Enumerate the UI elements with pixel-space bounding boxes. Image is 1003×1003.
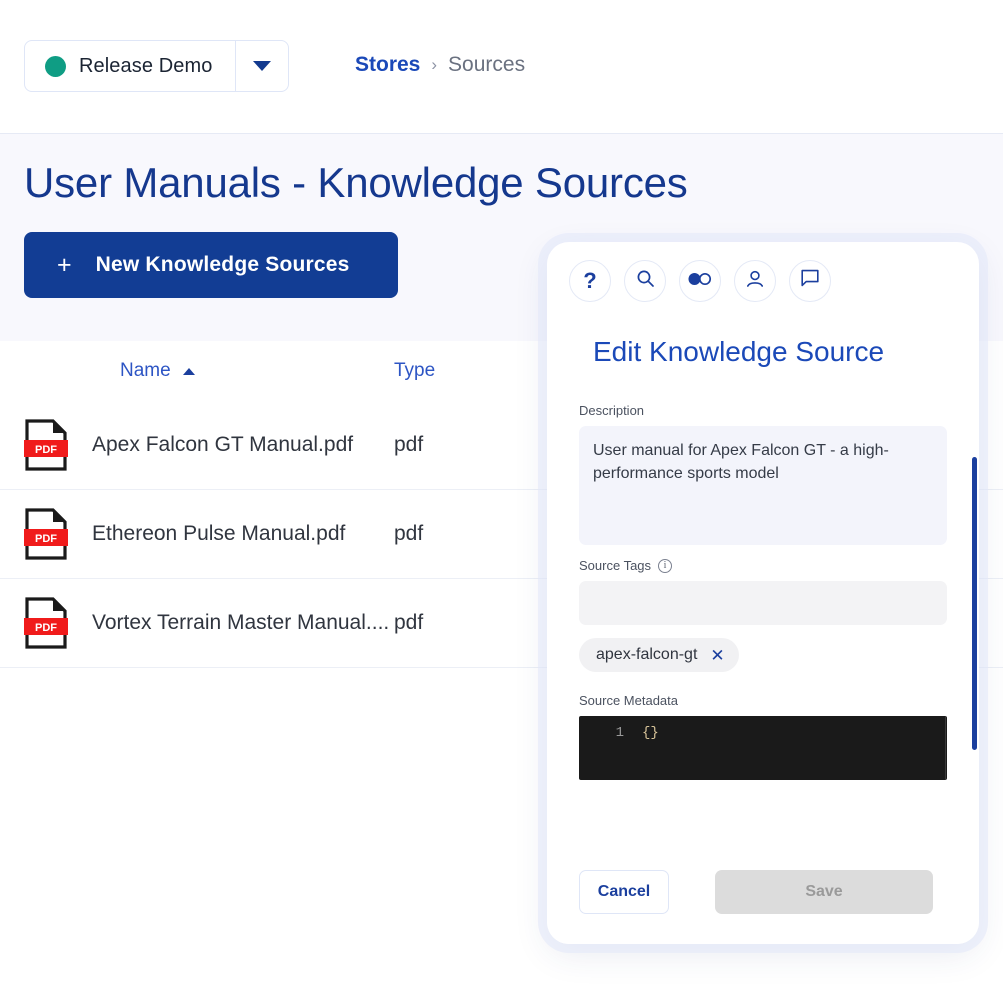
dialog-scrollbar-thumb[interactable]	[972, 457, 977, 750]
svg-text:PDF: PDF	[35, 622, 57, 634]
source-tags-label: Source Tags i	[579, 558, 947, 573]
user-account-button[interactable]	[734, 260, 776, 302]
file-name: Vortex Terrain Master Manual....	[92, 611, 390, 634]
cell-name: PDF Vortex Terrain Master Manual....	[24, 597, 394, 649]
code-line-number: 1	[615, 725, 624, 741]
dialog-scrollbar[interactable]	[972, 387, 977, 807]
page-title: User Manuals - Knowledge Sources	[24, 159, 688, 206]
tag-chip: apex-falcon-gt ✕	[579, 638, 739, 672]
cell-name: PDF Apex Falcon GT Manual.pdf	[24, 419, 394, 471]
column-header-type-label: Type	[394, 360, 436, 381]
description-field: Description User manual for Apex Falcon …	[547, 403, 979, 545]
dialog-footer: Cancel Save	[547, 839, 979, 944]
svg-text:PDF: PDF	[35, 533, 57, 545]
search-icon	[636, 269, 655, 293]
source-tags-input[interactable]	[579, 581, 947, 625]
toggle-icon	[688, 272, 712, 291]
toggle-button[interactable]	[679, 260, 721, 302]
source-tags-label-text: Source Tags	[579, 558, 652, 573]
file-name: Ethereon Pulse Manual.pdf	[92, 522, 346, 545]
code-gutter-rule	[945, 716, 946, 780]
dialog-icon-toolbar: ?	[569, 260, 831, 302]
save-button[interactable]: Save	[715, 869, 933, 914]
new-knowledge-sources-label: New Knowledge Sources	[95, 253, 350, 276]
column-header-name-label: Name	[120, 360, 171, 381]
dialog-body: Edit Knowledge Source Description User m…	[547, 314, 979, 879]
breadcrumb-current-sources: Sources	[448, 53, 526, 76]
description-label: Description	[579, 403, 645, 418]
new-knowledge-sources-button[interactable]: + New Knowledge Sources	[24, 232, 398, 298]
help-icon: ?	[583, 268, 597, 293]
tag-label: apex-falcon-gt	[596, 646, 698, 663]
info-icon[interactable]: i	[658, 558, 673, 573]
cell-name: PDF Ethereon Pulse Manual.pdf	[24, 508, 394, 560]
dialog-title: Edit Knowledge Source	[593, 336, 885, 367]
top-bar: Release Demo Stores › Sources	[0, 0, 1003, 134]
help-button[interactable]: ?	[569, 260, 611, 302]
breadcrumb-separator-icon: ›	[431, 55, 438, 74]
edit-knowledge-source-dialog: ? Edit Knowledge Source Description User…	[547, 242, 979, 944]
search-button[interactable]	[624, 260, 666, 302]
file-name: Apex Falcon GT Manual.pdf	[92, 433, 354, 456]
sort-ascending-icon[interactable]	[182, 367, 195, 375]
cell-type: pdf	[394, 611, 424, 634]
close-icon[interactable]: ✕	[710, 647, 724, 664]
cancel-button[interactable]: Cancel	[579, 869, 669, 914]
cell-type: pdf	[394, 433, 424, 456]
source-metadata-editor[interactable]: 1 {}	[579, 716, 947, 780]
source-metadata-field: Source Metadata 1 {}	[547, 693, 979, 780]
chat-icon	[800, 269, 820, 293]
store-status-dot	[45, 55, 66, 77]
app-root: Release Demo Stores › Sources User Manua…	[0, 0, 1003, 1003]
breadcrumb-link-stores[interactable]: Stores	[355, 53, 420, 77]
breadcrumb: Stores › Sources	[355, 53, 525, 77]
pdf-file-icon: PDF	[24, 597, 68, 649]
source-tags-field: Source Tags i apex-falcon-gt ✕	[547, 558, 979, 672]
plus-icon: +	[57, 250, 72, 279]
store-selector-dropdown-button[interactable]	[236, 41, 288, 91]
pdf-file-icon: PDF	[24, 419, 68, 471]
cell-type: pdf	[394, 522, 424, 545]
column-header-name[interactable]: Name	[24, 360, 394, 382]
store-selector-label: Release Demo	[79, 54, 213, 77]
code-content: {}	[642, 725, 659, 741]
store-selector[interactable]: Release Demo	[24, 40, 289, 92]
user-icon	[745, 269, 765, 294]
chat-button[interactable]	[789, 260, 831, 302]
pdf-file-icon: PDF	[24, 508, 68, 560]
svg-text:PDF: PDF	[35, 444, 57, 456]
description-input[interactable]: User manual for Apex Falcon GT - a high-…	[579, 426, 947, 545]
source-metadata-label: Source Metadata	[579, 693, 679, 708]
column-header-type[interactable]: Type	[394, 360, 435, 382]
chevron-down-icon	[252, 61, 271, 71]
store-selector-main[interactable]: Release Demo	[25, 41, 235, 91]
